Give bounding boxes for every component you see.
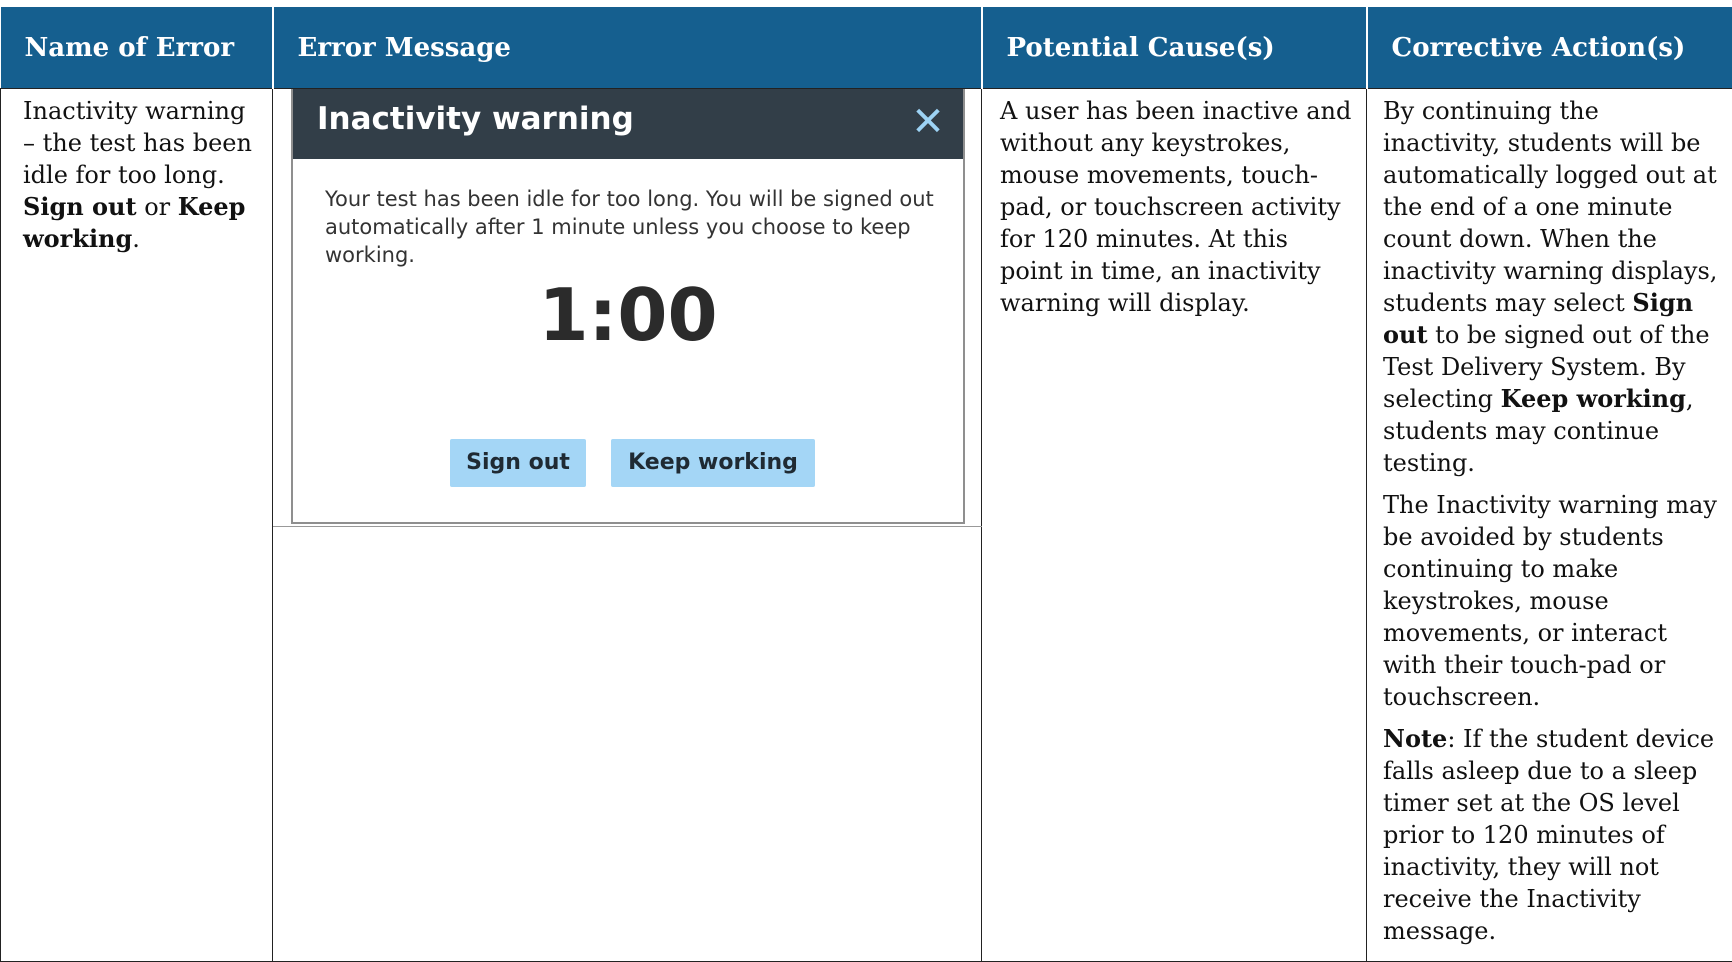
error-name-period: .	[132, 225, 140, 253]
potential-cause-cell: A user has been inactive and without any…	[982, 89, 1367, 962]
header-potential-causes: Potential Cause(s)	[982, 7, 1367, 89]
action-paragraph-2: The Inactivity warning may be avoided by…	[1383, 489, 1720, 713]
note-text: : If the student device falls asleep due…	[1383, 725, 1714, 945]
countdown-timer: 1:00	[293, 299, 963, 331]
header-name-of-error: Name of Error	[1, 7, 273, 89]
error-name-text: Inactivity warning – the test has been i…	[23, 97, 252, 189]
table-row: Inactivity warning – the test has been i…	[1, 89, 1732, 962]
inactivity-dialog: Inactivity warning ✕ Your test has been …	[291, 89, 965, 524]
potential-cause-text: A user has been inactive and without any…	[1000, 97, 1351, 317]
dialog-screenshot-frame: Inactivity warning ✕ Your test has been …	[273, 89, 982, 527]
error-table: Name of Error Error Message Potential Ca…	[0, 7, 1732, 962]
action-keep-working: Keep working	[1501, 384, 1686, 413]
dialog-message: Your test has been idle for too long. Yo…	[325, 185, 935, 269]
header-error-message: Error Message	[273, 7, 982, 89]
error-name-cell: Inactivity warning – the test has been i…	[1, 89, 273, 962]
action-paragraph-3: Note: If the student device falls asleep…	[1383, 723, 1720, 947]
error-message-cell: Inactivity warning ✕ Your test has been …	[273, 89, 982, 962]
sign-out-button[interactable]: Sign out	[450, 439, 586, 487]
error-name-sign-out: Sign out	[23, 192, 137, 221]
header-corrective-actions: Corrective Action(s)	[1367, 7, 1732, 89]
dialog-title: Inactivity warning	[317, 103, 634, 135]
dialog-header: Inactivity warning ✕	[293, 89, 963, 159]
note-label: Note	[1383, 724, 1447, 753]
close-icon[interactable]: ✕	[907, 101, 949, 143]
keep-working-button[interactable]: Keep working	[611, 439, 815, 487]
header-row: Name of Error Error Message Potential Ca…	[1, 7, 1732, 89]
action-paragraph-1: By continuing the inactivity, students w…	[1383, 95, 1720, 479]
action-text: By continuing the inactivity, students w…	[1383, 97, 1717, 317]
corrective-action-cell: By continuing the inactivity, students w…	[1367, 89, 1732, 962]
error-name-or: or	[137, 193, 178, 221]
